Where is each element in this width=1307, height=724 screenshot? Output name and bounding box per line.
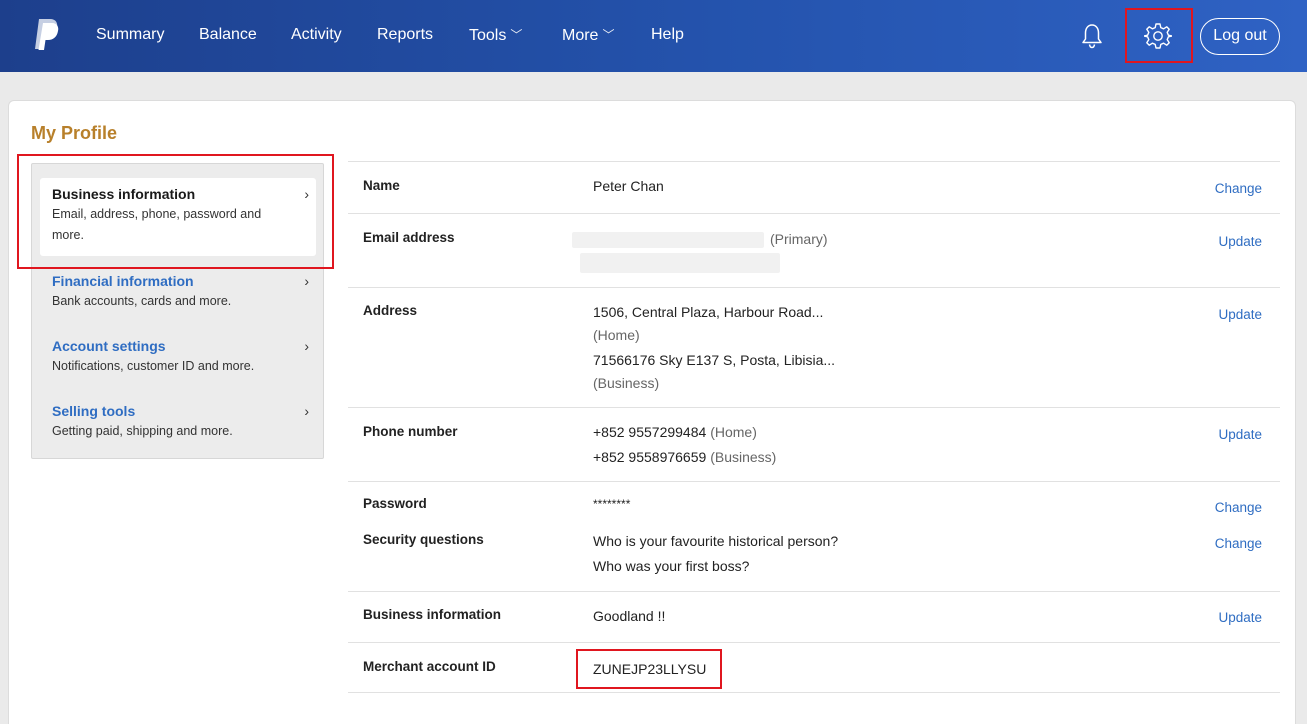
nav-tools[interactable]: Tools ﹀ (469, 24, 522, 47)
name-label: Name (363, 178, 400, 193)
phone-number-home: +852 9557299484 (593, 424, 707, 440)
sidebar-item-desc: Bank accounts, cards and more. (52, 294, 232, 308)
password-label: Password (363, 496, 427, 511)
phone-line-2: +852 9558976659 (Business) (593, 445, 776, 470)
logout-button[interactable]: Log out (1200, 18, 1280, 55)
nav-reports-label: Reports (377, 26, 434, 43)
sidebar-item-title: Selling tools (52, 403, 136, 419)
sidebar-item-title: Financial information (52, 273, 194, 289)
name-change-link[interactable]: Change (1215, 180, 1262, 198)
sidebar-item-desc: Getting paid, shipping and more. (52, 424, 233, 438)
address-line-2: 71566176 Sky E137 S, Posta, Libisia... (593, 352, 836, 368)
address-label: Address (363, 303, 418, 318)
password-change-link[interactable]: Change (1215, 499, 1262, 517)
nav-activity[interactable]: Activity (291, 24, 342, 46)
phone-tag-home: (Home) (710, 424, 757, 440)
phone-number-business: +852 9558976659 (593, 449, 707, 465)
phone-tag-business: (Business) (710, 449, 777, 465)
phone-line-1: +852 9557299484 (Home) (593, 420, 757, 445)
merchant-id-label: Merchant account ID (363, 659, 496, 674)
nav-balance[interactable]: Balance (199, 24, 257, 46)
nav-summary-label: Summary (96, 26, 165, 43)
nav-tools-label: Tools (469, 27, 507, 44)
address-update-link[interactable]: Update (1218, 306, 1262, 324)
business-info-label: Business information (363, 607, 502, 622)
nav-help[interactable]: Help (651, 24, 684, 46)
nav-more[interactable]: More ﹀ (562, 24, 614, 47)
email-label: Email address (363, 230, 455, 245)
security-question-2: Who was your first boss? (593, 558, 750, 574)
security-question-1: Who is your favourite historical person? (593, 533, 839, 549)
address-tag-business: (Business) (593, 375, 660, 391)
row-divider (348, 692, 1280, 693)
name-value: Peter Chan (593, 178, 664, 194)
chevron-down-icon: ﹀ (602, 28, 615, 42)
top-nav-bar: Summary Balance Activity Reports Tools ﹀ … (0, 0, 1307, 72)
row-divider (348, 642, 1280, 643)
redacted-email-secondary (580, 253, 780, 273)
chevron-right-icon: › (304, 403, 309, 419)
email-primary-tag: (Primary) (770, 231, 828, 247)
sidebar-menu: Business information Email, address, pho… (31, 163, 324, 459)
sidebar-item-account-settings[interactable]: Account settings Notifications, customer… (52, 337, 312, 377)
chevron-right-icon: › (304, 273, 309, 289)
sidebar-item-title: Business information (52, 186, 196, 202)
address-tag-home: (Home) (593, 327, 640, 343)
row-divider (348, 161, 1280, 162)
sidebar-item-business-information[interactable]: Business information Email, address, pho… (52, 185, 312, 246)
paypal-logo[interactable] (33, 17, 59, 51)
phone-label: Phone number (363, 424, 458, 439)
security-questions-label: Security questions (363, 532, 484, 547)
chevron-right-icon: › (304, 186, 309, 202)
nav-activity-label: Activity (291, 26, 342, 43)
row-divider (348, 213, 1280, 214)
nav-more-label: More (562, 27, 599, 44)
gear-icon[interactable] (1144, 22, 1172, 50)
row-divider (348, 591, 1280, 592)
redacted-email (572, 232, 764, 248)
sidebar-item-desc: Notifications, customer ID and more. (52, 359, 255, 373)
nav-help-label: Help (651, 26, 684, 43)
nav-summary[interactable]: Summary (96, 24, 164, 46)
business-info-value: Goodland !! (593, 608, 666, 624)
bell-icon[interactable] (1081, 23, 1103, 49)
row-divider (348, 287, 1280, 288)
nav-balance-label: Balance (199, 26, 257, 43)
nav-reports[interactable]: Reports (377, 24, 433, 46)
page-title: My Profile (31, 123, 118, 143)
sidebar-item-desc: Email, address, phone, password and more… (52, 207, 262, 242)
row-divider (348, 481, 1280, 482)
phone-update-link[interactable]: Update (1218, 426, 1262, 444)
chevron-right-icon: › (304, 338, 309, 354)
email-update-link[interactable]: Update (1218, 233, 1262, 251)
sidebar-item-title: Account settings (52, 338, 166, 354)
chevron-down-icon: ﹀ (510, 28, 523, 42)
sidebar-item-selling-tools[interactable]: Selling tools Getting paid, shipping and… (52, 402, 312, 442)
sidebar-item-financial-information[interactable]: Financial information Bank accounts, car… (52, 272, 312, 312)
business-update-link[interactable]: Update (1218, 609, 1262, 627)
address-line-1: 1506, Central Plaza, Harbour Road... (593, 304, 824, 320)
merchant-id-highlight (576, 649, 722, 689)
security-change-link[interactable]: Change (1215, 535, 1262, 553)
row-divider (348, 407, 1280, 408)
password-value: ******** (593, 497, 631, 511)
